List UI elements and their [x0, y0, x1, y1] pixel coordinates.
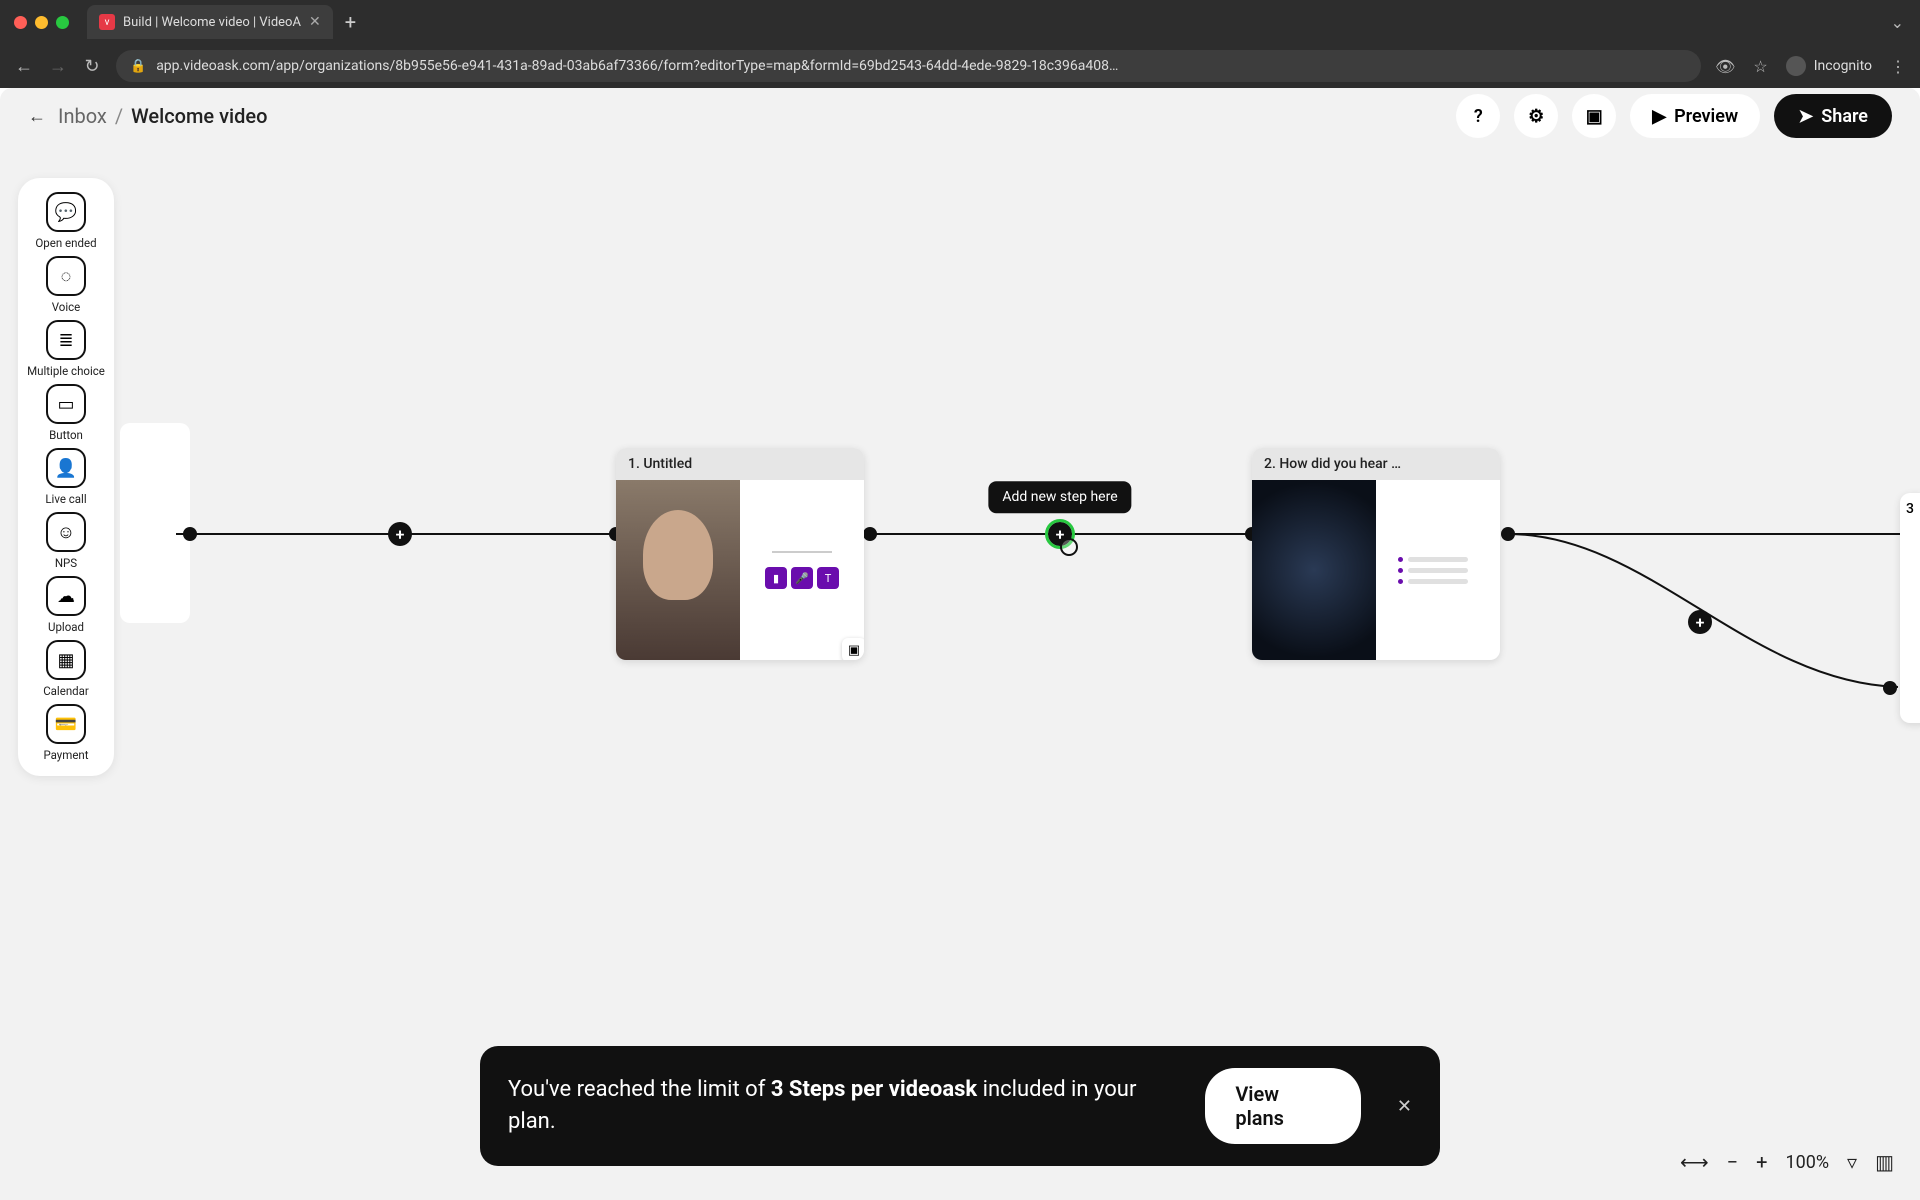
- back-button[interactable]: ←: [14, 56, 34, 77]
- zoom-level: 100%: [1786, 1152, 1830, 1173]
- answer-text-icon: T: [817, 567, 839, 589]
- address-row: ← → ↻ 🔒 app.videoask.com/app/organizatio…: [0, 44, 1920, 88]
- step-title: 1. Untitled: [616, 448, 864, 480]
- upgrade-banner: You've reached the limit of 3 Steps per …: [480, 1046, 1440, 1166]
- step-number: 3: [1906, 501, 1914, 517]
- canvas[interactable]: + + + Add new step here 1. Untitled: [0, 88, 1920, 1200]
- browser-chrome: v Build | Welcome video | VideoA ✕ + ⌄ ←…: [0, 0, 1920, 88]
- kebab-menu-icon[interactable]: ⋮: [1890, 57, 1906, 76]
- step-card-3-partial[interactable]: 3: [1900, 493, 1920, 723]
- zoom-in-button[interactable]: +: [1756, 1150, 1767, 1174]
- tab-title: Build | Welcome video | VideoA: [123, 15, 301, 30]
- banner-message: You've reached the limit of 3 Steps per …: [508, 1074, 1177, 1138]
- incognito-badge[interactable]: Incognito: [1786, 56, 1872, 76]
- address-bar[interactable]: 🔒 app.videoask.com/app/organizations/8b9…: [116, 50, 1701, 82]
- zoom-controls: ⟷ − + 100% ▿ ▥: [1680, 1150, 1894, 1174]
- layout-grid-icon[interactable]: ▥: [1875, 1150, 1894, 1174]
- step-answer-preview: [1376, 480, 1500, 660]
- add-step-tooltip: Add new step here: [988, 481, 1131, 513]
- tab-close-icon[interactable]: ✕: [309, 14, 321, 30]
- minimize-window-icon[interactable]: [35, 16, 48, 29]
- incognito-icon: [1786, 56, 1806, 76]
- filter-icon[interactable]: ▿: [1847, 1150, 1857, 1174]
- answer-video-icon: ▮: [765, 567, 787, 589]
- reload-button[interactable]: ↻: [82, 56, 102, 77]
- step-card-1[interactable]: 1. Untitled ▮ 🎤 T ▣: [616, 448, 864, 660]
- step-title: 2. How did you hear …: [1252, 448, 1500, 480]
- step-thumbnail: [1252, 480, 1376, 660]
- app: ← Inbox / Welcome video ? ⚙ ▣ ▶ Preview …: [0, 88, 1920, 1200]
- new-tab-button[interactable]: +: [345, 10, 356, 34]
- incognito-label: Incognito: [1814, 58, 1872, 74]
- lock-icon: 🔒: [130, 59, 146, 74]
- node-output-dot[interactable]: [863, 527, 877, 541]
- view-plans-button[interactable]: View plans: [1205, 1068, 1361, 1144]
- step-answer-preview: ▮ 🎤 T: [740, 480, 864, 660]
- url-text: app.videoask.com/app/organizations/8b955…: [156, 58, 1687, 74]
- edge-curve: [1508, 532, 1920, 712]
- banner-close-icon[interactable]: ✕: [1397, 1096, 1412, 1117]
- eye-off-icon[interactable]: 👁: [1715, 57, 1735, 76]
- maximize-window-icon[interactable]: [56, 16, 69, 29]
- cursor-indicator: [1060, 538, 1078, 556]
- step-card-2[interactable]: 2. How did you hear …: [1252, 448, 1500, 660]
- tabs-dropdown-icon[interactable]: ⌄: [1891, 13, 1904, 32]
- step-media-badge[interactable]: ▣: [842, 638, 864, 660]
- add-step-dot[interactable]: +: [388, 522, 412, 546]
- browser-tab[interactable]: v Build | Welcome video | VideoA ✕: [87, 5, 333, 39]
- node-output-dot[interactable]: [183, 527, 197, 541]
- window-controls[interactable]: [14, 16, 69, 29]
- tab-strip: v Build | Welcome video | VideoA ✕ + ⌄: [0, 0, 1920, 44]
- zoom-out-button[interactable]: −: [1727, 1150, 1738, 1174]
- bookmark-icon[interactable]: ☆: [1753, 57, 1767, 76]
- close-window-icon[interactable]: [14, 16, 27, 29]
- favicon-icon: v: [99, 14, 115, 30]
- node-input-dot[interactable]: [1883, 681, 1897, 695]
- answer-audio-icon: 🎤: [791, 567, 813, 589]
- step-card-partial-start[interactable]: [120, 423, 190, 623]
- step-thumbnail: [616, 480, 740, 660]
- fit-width-icon[interactable]: ⟷: [1680, 1150, 1709, 1174]
- forward-button[interactable]: →: [48, 56, 68, 77]
